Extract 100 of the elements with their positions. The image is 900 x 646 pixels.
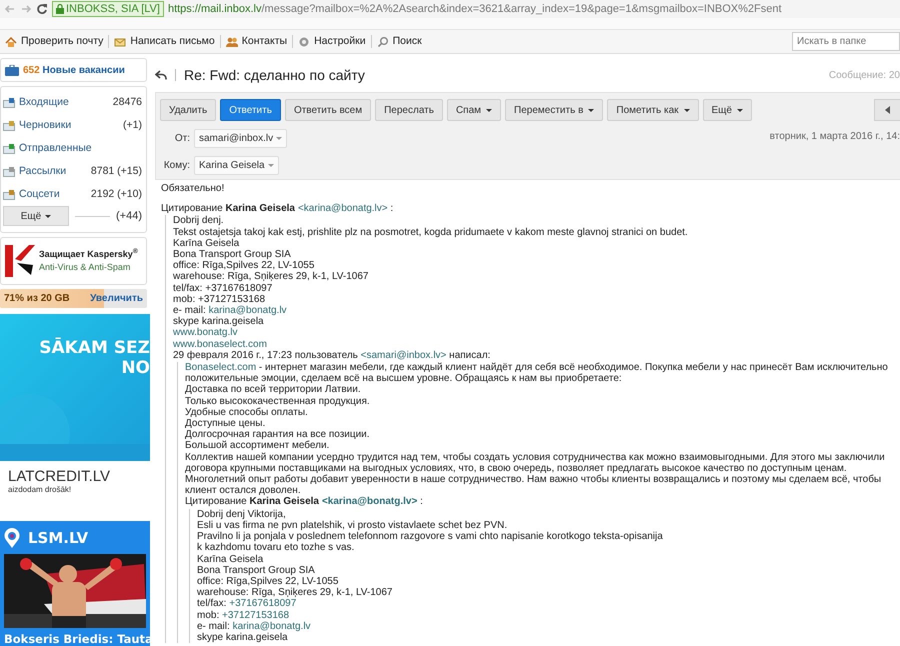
recipient-chip[interactable]: Karina Geisela	[194, 156, 279, 175]
toolbar-link[interactable]: Контакты	[220, 35, 294, 48]
search-field[interactable]: Искать в папке	[792, 32, 900, 51]
email-link[interactable]: +37167618097	[229, 598, 296, 610]
envelope-icon	[3, 166, 15, 176]
lock-icon	[56, 4, 64, 14]
text-line: e- mail: karina@bonatg.lv	[197, 620, 312, 632]
address-url[interactable]: https://mail.inbox.lv/message?mailbox=%2A%2Asearch&index=3621&array_index=19&page=1&msgmailbox=INBOX%2Fsent	[168, 0, 782, 18]
email-link[interactable]: <karina@bonatg.lv>	[298, 203, 388, 214]
text-line: Pravilno li ja ponjala v poslednem telefonnom razgovore s vami chto napisanie korotkogo teksta-opisanija	[197, 531, 664, 542]
email-link[interactable]: <karina@bonatg.lv>	[322, 496, 418, 508]
text-line: Tekst ostajetsja takoj kak estj, prishlite plz na posmotret, kogda pridumaete v kakom meste glavnoj stranici on budet.	[173, 226, 689, 238]
ad-headline: NO	[121, 358, 150, 378]
folder-item[interactable]: Рассылки 8781 (+15)	[3, 160, 142, 183]
text-line: Dobrij denj.	[173, 215, 225, 227]
text-line: e- mail: karina@bonatg.lv	[173, 305, 288, 316]
caret-icon	[486, 108, 492, 112]
antivirus-banner[interactable]: Защищает Kaspersky$^{®}$ Anti-Virus & Anti-Spam	[0, 237, 147, 285]
text-line: mob: +37127153168	[173, 294, 266, 306]
text-line: 29 февраля 2016 г., 17:23 пользователь <samari@inbox.lv> написал:	[173, 350, 492, 362]
caret-icon	[268, 164, 274, 167]
more-button[interactable]: Ещё	[3, 206, 69, 226]
envelope-icon	[3, 98, 15, 108]
reload-icon[interactable]	[36, 3, 48, 15]
people-icon	[226, 36, 238, 48]
ad-tagline: aizdodam drošāk!	[8, 485, 72, 494]
email-link[interactable]: www.bonatg.lv	[173, 327, 238, 338]
text-line: Dobrij denj Viktorija,	[197, 508, 287, 520]
location-pin-icon	[4, 528, 20, 548]
briefcase-icon	[5, 64, 19, 76]
action-button[interactable]: Переместить в	[505, 99, 604, 121]
storage-text: 71% из 20 GB	[4, 292, 70, 306]
toolbar-link[interactable]: Проверить почту	[0, 35, 110, 48]
text-line: warehouse: Rīga, Sņiķeres 29, k-1, LV-1067	[197, 587, 394, 598]
certificate-badge[interactable]: INBOKSS, SIA [LV]	[52, 1, 164, 17]
text-line: skype karina.geisela	[197, 632, 289, 644]
folder-item[interactable]: Отправленные	[3, 137, 142, 160]
text-line: Bona Transport Group SIA	[197, 564, 316, 576]
previous-button[interactable]	[874, 99, 900, 121]
text-line: Bonaselect.com - интернет магазин мебели, где каждый клиент найдёт для себя всё необходимое. Покупка мебели у нас принесёт Вам исключительно положительные эмоции, сделаем всё на высшем уровне. Обращаясь к нам вы приобретаете:	[185, 362, 889, 384]
text-line: tel/fax: +37167618097	[197, 598, 298, 610]
envelope-icon	[3, 144, 15, 154]
text-line: Цитирование Karina Geisela <karina@bonatg.lv> :	[161, 203, 394, 214]
caret-icon	[736, 108, 743, 112]
text-line: Цитирование Karina Geisela <karina@bonatg.lv> :	[185, 496, 424, 508]
folder-item[interactable]: Входящие 28476	[3, 91, 142, 114]
folder-count: (+44)	[116, 208, 142, 224]
logo-icon	[5, 245, 35, 277]
toolbar-link[interactable]: Поиск	[372, 35, 427, 48]
action-button[interactable]: Пометить как	[607, 99, 699, 121]
antivirus-subtitle: Anti-Virus & Anti-Spam	[39, 261, 132, 274]
antivirus-title: Защищает Kaspersky$^{®}$	[39, 248, 138, 261]
action-button[interactable]: Ещё	[702, 99, 752, 121]
envelope-icon	[114, 36, 126, 48]
text-line: office: Rīga,Spilves 22, LV-1055	[197, 576, 340, 588]
text-line: warehouse: Rīga, Sņiķeres 29, k-1, LV-1067	[173, 271, 370, 283]
action-button[interactable]: Спам	[446, 99, 502, 121]
text-line: Обязательно!	[161, 183, 226, 194]
text-line: mob: +37127153168	[197, 610, 290, 621]
house-icon	[5, 36, 17, 48]
text-line: Karīna Geisela	[197, 554, 264, 565]
folder-item[interactable]: Соцсети 2192 (+10)	[3, 183, 142, 206]
caret-icon	[588, 108, 594, 112]
text-line: office: Rīga,Spilves 22, LV-1055	[173, 260, 316, 272]
ad-brand: LATCREDIT.LV	[8, 469, 111, 485]
action-button[interactable]: Переслать	[375, 99, 443, 121]
email-link[interactable]: +37127153168	[222, 610, 290, 621]
text-line: Karīna Geisela	[173, 238, 240, 250]
email-link[interactable]: www.bonaselect.com	[173, 338, 267, 350]
email-link[interactable]: karina@bonatg.lv	[232, 620, 311, 632]
reply-icon[interactable]	[155, 70, 167, 80]
text-line: Bona Transport Group SIA	[173, 249, 292, 260]
action-button[interactable]: Удалить	[160, 99, 216, 121]
message-date: вторник, 1 марта 2016 г., 14:	[770, 130, 900, 144]
ad-headline: SĀKAM SEZ	[39, 338, 150, 358]
email-link[interactable]: karina@bonatg.lv	[208, 305, 287, 316]
text-line: Только высококачественная продукция.	[185, 396, 371, 407]
action-button[interactable]: Ответить всем	[284, 99, 372, 121]
upgrade-link[interactable]: Увеличить	[90, 291, 143, 306]
jobs-link[interactable]: 652 Новые вакансии	[0, 58, 147, 82]
message-subject: Re: Fwd: сделанно по сайту	[184, 66, 366, 85]
settings-icon	[298, 36, 310, 48]
toolbar-link[interactable]: Написать письмо	[109, 35, 221, 48]
previous-icon	[885, 106, 890, 114]
toolbar-link[interactable]: Настройки	[293, 35, 372, 48]
message-counter: Сообщение: 20	[828, 68, 900, 82]
caret-icon	[45, 214, 52, 218]
text-line: k kazhdomu tovaru eto tozhe s vas.	[197, 542, 356, 554]
sender-chip[interactable]: samari@inbox.lv	[194, 129, 288, 148]
text-line: skype karina.geisela	[173, 316, 265, 328]
text-line: Большой ассортимент мебели.	[185, 440, 330, 452]
text-line: Доступные цены.	[185, 418, 266, 430]
search-icon	[376, 36, 389, 48]
action-button[interactable]: Ответить	[220, 99, 281, 121]
email-link[interactable]: Bonaselect.com	[185, 362, 256, 374]
text-line: Коллектив нашей компании усердно трудится над тем, чтобы создать условия сотрудничества как можно взаимовыгодными. Для этого мы заключили договора крупными поставщиками на выгодных условиях, что, в свою очередь, позволяет предлагать высокое качество по доступным ценам. Многолетний опыт работы добавит уверенности в наше сотрудничество. Нам важно чтобы клиенты возвращались и поэтому мы сделаем всё, чтобы клиент остался доволен.	[185, 452, 886, 496]
to-label: Кому:	[162, 159, 190, 173]
folder-item[interactable]: Черновики (+1)	[3, 114, 142, 137]
email-link[interactable]: <samari@inbox.lv>	[360, 350, 446, 361]
envelope-icon	[3, 190, 15, 200]
